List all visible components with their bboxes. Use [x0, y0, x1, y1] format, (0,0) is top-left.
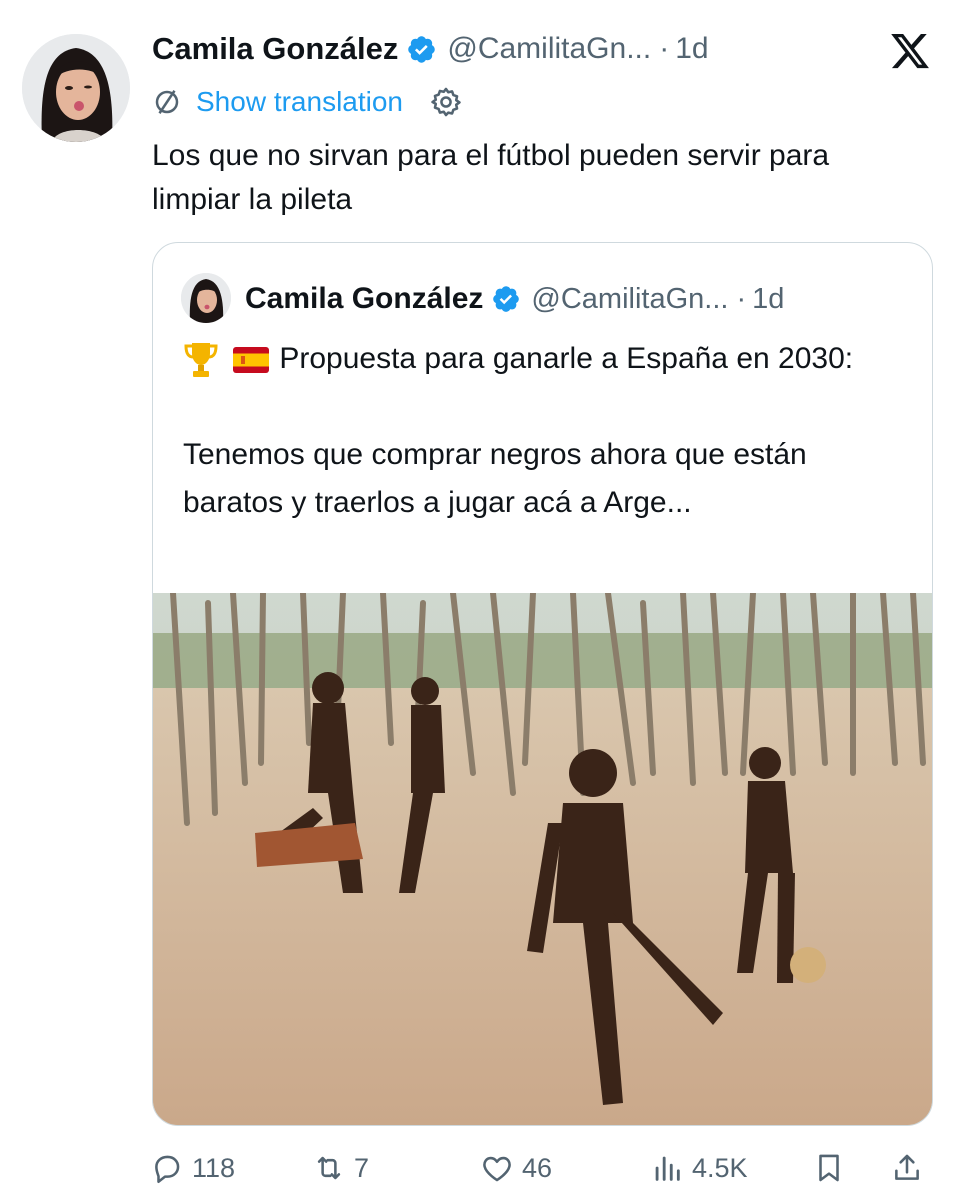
bookmark-button[interactable] — [812, 1148, 846, 1188]
quoted-header: Camila González @CamilitaGn... · 1d — [245, 277, 784, 321]
quoted-timestamp[interactable]: 1d — [752, 283, 784, 316]
views-button[interactable]: 4.5K — [650, 1148, 748, 1188]
spain-flag-icon — [233, 347, 270, 374]
quoted-media-image[interactable] — [153, 593, 932, 1125]
timestamp[interactable]: 1d — [675, 32, 708, 66]
trophy-icon — [184, 343, 218, 378]
repost-icon — [317, 1156, 341, 1180]
share-button[interactable] — [890, 1148, 924, 1188]
quoted-text-line-2: Tenemos que comprar negros ahora que est… — [183, 438, 807, 519]
like-button[interactable]: 46 — [480, 1148, 552, 1188]
quoted-text-line-1: Propuesta para ganarle a España en 2030: — [279, 342, 854, 375]
share-icon — [895, 1154, 919, 1180]
tweet-header: Camila González @CamilitaGn... · 1d — [152, 28, 709, 70]
tweet-text: Los que no sirvan para el fútbol pueden … — [152, 139, 830, 216]
translation-row: Show translation — [152, 82, 463, 122]
gear-icon[interactable] — [429, 85, 463, 119]
views-count: 4.5K — [692, 1152, 748, 1183]
author-name[interactable]: Camila González — [152, 31, 398, 67]
heart-icon — [483, 1156, 511, 1182]
photo-children-playing-football — [153, 593, 932, 1125]
views-bar-chart-icon — [655, 1156, 680, 1181]
show-translation-link[interactable]: Show translation — [196, 86, 403, 118]
quoted-text-paragraph-1: Propuesta para ganarle a España en 2030: — [183, 335, 913, 383]
quoted-tweet-card[interactable]: Camila González @CamilitaGn... · 1d Prop… — [152, 242, 933, 1126]
reply-icon — [155, 1155, 180, 1184]
separator-dot: · — [659, 32, 670, 65]
quoted-author-name[interactable]: Camila González — [245, 282, 483, 316]
quoted-separator-dot: · — [736, 282, 747, 315]
quoted-avatar-image — [181, 273, 231, 323]
bookmark-icon — [819, 1154, 839, 1182]
author-handle[interactable]: @CamilitaGn... — [447, 32, 651, 66]
reply-button[interactable]: 118 — [150, 1148, 235, 1188]
like-count: 46 — [522, 1152, 553, 1183]
verified-badge-icon[interactable] — [406, 34, 437, 65]
repost-button[interactable]: 7 — [312, 1148, 369, 1188]
quoted-author-handle[interactable]: @CamilitaGn... — [531, 283, 728, 316]
translate-icon — [155, 90, 179, 114]
quoted-author-avatar[interactable] — [181, 273, 231, 323]
author-avatar[interactable] — [22, 34, 130, 142]
action-bar: 118 7 46 4.5K — [0, 1140, 956, 1196]
repost-count: 7 — [354, 1152, 370, 1183]
x-logo-icon[interactable] — [888, 30, 932, 72]
quoted-tweet-text: Propuesta para ganarle a España en 2030:… — [183, 335, 913, 527]
avatar-image — [22, 34, 130, 142]
quoted-verified-badge-icon — [493, 286, 520, 312]
reply-count: 118 — [192, 1152, 236, 1183]
